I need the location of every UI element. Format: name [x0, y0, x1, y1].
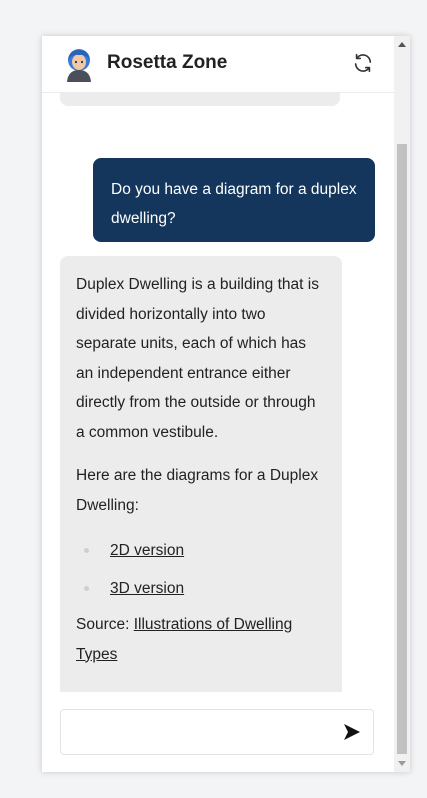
chat-widget: Rosetta Zone Do you have a diagram for a…	[42, 36, 410, 772]
link-3d-version[interactable]: 3D version	[110, 580, 184, 597]
link-2d-version[interactable]: 2D version	[110, 542, 184, 559]
refresh-icon[interactable]	[352, 52, 374, 74]
send-icon[interactable]	[342, 722, 362, 742]
bot-paragraph-intro: Here are the diagrams for a Duplex Dwell…	[76, 467, 319, 514]
scroll-down-icon[interactable]	[398, 761, 406, 766]
scrollbar-thumb[interactable]	[397, 144, 407, 754]
list-item: 2D version	[76, 534, 326, 572]
chat-input-area	[60, 709, 374, 755]
chat-input[interactable]	[69, 718, 333, 748]
chat-title: Rosetta Zone	[107, 52, 228, 73]
scroll-up-icon[interactable]	[398, 42, 406, 47]
bullet-dot	[84, 586, 89, 591]
bot-message: Duplex Dwelling is a building that is di…	[60, 256, 342, 692]
bot-paragraph-definition: Duplex Dwelling is a building that is di…	[76, 276, 319, 441]
scrollbar[interactable]	[394, 36, 410, 772]
previous-bot-message	[60, 92, 340, 106]
list-item: 3D version	[76, 572, 326, 610]
source-line: Source: Illustrations of Dwelling Types	[76, 610, 326, 669]
message-list: Do you have a diagram for a duplex dwell…	[42, 92, 394, 692]
avatar-icon	[64, 48, 94, 82]
user-message: Do you have a diagram for a duplex dwell…	[93, 158, 375, 242]
bullet-dot	[84, 548, 89, 553]
user-message-text: Do you have a diagram for a duplex dwell…	[111, 181, 357, 227]
source-prefix: Source:	[76, 616, 134, 633]
diagram-link-list: 2D version 3D version	[76, 534, 326, 610]
chat-header: Rosetta Zone	[42, 36, 394, 93]
